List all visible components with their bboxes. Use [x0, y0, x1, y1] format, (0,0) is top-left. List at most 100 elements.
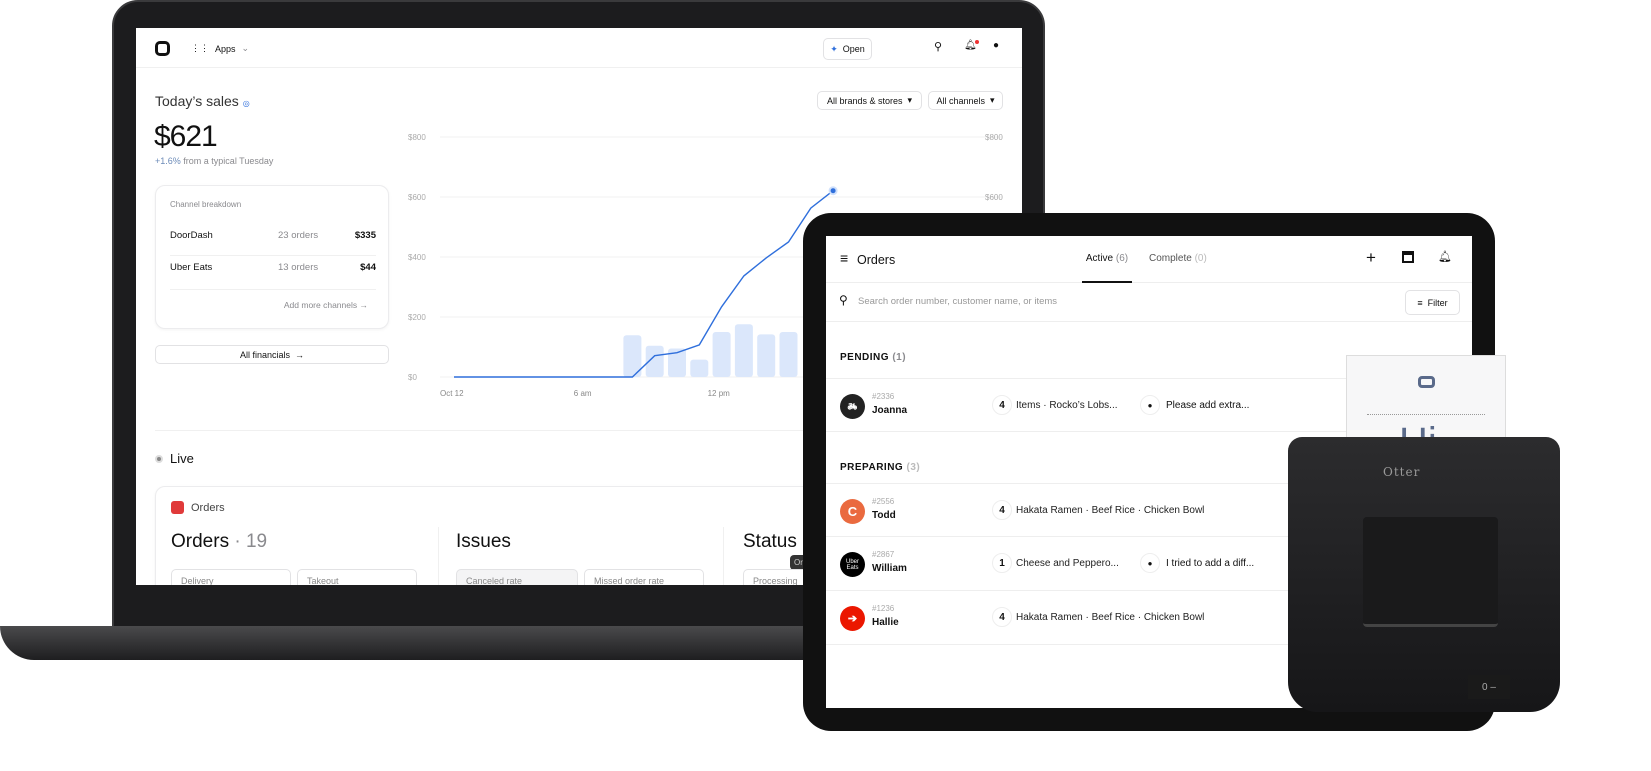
printer-brand: Otter — [1383, 465, 1421, 479]
right-y-tick-label: $800 — [985, 133, 1003, 142]
channel-amount: $335 — [354, 230, 376, 241]
orders-title: Orders · 19 — [171, 531, 268, 552]
order-items: Hakata Ramen · Beef Rice · Chicken Bowl — [1016, 612, 1205, 623]
item-count: 4 — [992, 500, 1012, 520]
caviar-logo-icon: C — [840, 499, 865, 524]
info-icon[interactable]: ◎ — [243, 99, 250, 108]
power-switch[interactable]: 0 – — [1468, 675, 1510, 699]
search-icon[interactable]: ⚲ — [934, 40, 942, 53]
x-tick-label: 12 pm — [708, 389, 731, 398]
order-id: #2556 — [872, 497, 895, 506]
orders-title: Orders — [857, 253, 896, 267]
channel-orders: 23 orders — [278, 230, 319, 241]
sales-line — [454, 190, 834, 378]
sales-change: +1.6% from a typical Tuesday — [155, 156, 274, 166]
arrow-right-icon: → — [295, 349, 305, 360]
y-tick-label: $800 — [408, 133, 426, 142]
order-id: #2867 — [872, 550, 895, 559]
channel-breakdown-card: Channel breakdown DoorDash 23 orders $33… — [155, 185, 389, 329]
channel-row[interactable]: Uber Eats 13 orders $44 — [170, 256, 376, 290]
receipt-printer: Otter 0 – — [1288, 437, 1560, 712]
channel-amount: $44 — [360, 262, 376, 273]
brands-stores-dropdown[interactable]: All brands & stores ▾ — [817, 91, 922, 110]
order-note: ● I tried to add a diff... — [1140, 553, 1254, 573]
channel-row[interactable]: DoorDash 23 orders $335 — [170, 222, 376, 256]
channel-name: Uber Eats — [170, 262, 213, 273]
order-items: Items · Rocko’s Lobs... — [1016, 400, 1118, 411]
customer-name: Joanna — [872, 405, 908, 416]
y-tick-label: $400 — [408, 253, 426, 262]
issues-title: Issues — [456, 531, 511, 552]
order-items: Cheese and Peppero... — [1016, 558, 1119, 569]
chevron-down-icon: ⌄ — [241, 43, 250, 53]
open-button[interactable]: ✦ Open — [823, 38, 872, 60]
orders-app-icon — [171, 501, 184, 514]
bell-icon[interactable]: 🔔︎ — [1438, 250, 1452, 263]
bar — [712, 332, 731, 377]
open-label: Open — [842, 44, 865, 54]
tab-complete[interactable]: Complete (0) — [1149, 253, 1207, 264]
apps-label: Apps — [215, 43, 236, 54]
bar — [690, 359, 709, 377]
order-note: ● Please add extra... — [1140, 395, 1249, 415]
y-tick-label: $0 — [408, 373, 417, 382]
metric-canceled-rate[interactable]: Canceled rate — [456, 569, 578, 585]
store-icon[interactable] — [1402, 251, 1414, 263]
customer-name: William — [872, 563, 907, 574]
bar — [757, 334, 776, 377]
channel-breakdown-title: Channel breakdown — [170, 200, 242, 209]
menu-icon[interactable]: ≡ — [840, 250, 848, 266]
search-bar[interactable]: ⚲ Search order number, customer name, or… — [826, 283, 1472, 322]
search-input[interactable]: Search order number, customer name, or i… — [858, 296, 1057, 307]
sparkle-icon: ✦ — [830, 43, 838, 54]
order-id: #2336 — [872, 392, 895, 401]
status-title: Status — [743, 531, 797, 552]
channel-logo-icon: 🚲︎ — [840, 394, 865, 419]
orders-header: ≡ Orders Active (6) Complete (0) + 🔔︎ — [826, 236, 1472, 283]
channels-dropdown[interactable]: All channels ▾ — [928, 91, 1003, 110]
tab-active[interactable]: Active (6) — [1082, 236, 1132, 283]
pending-section-header: PENDING (1) — [840, 352, 907, 363]
current-point — [828, 186, 838, 196]
user-icon[interactable]: ● — [993, 40, 999, 51]
channel-name: DoorDash — [170, 230, 213, 241]
metric-delivery[interactable]: Delivery — [171, 569, 291, 585]
metric-takeout[interactable]: Takeout — [297, 569, 417, 585]
arrow-right-icon: → — [359, 300, 369, 310]
sales-amount: $621 — [154, 120, 218, 153]
filter-button[interactable]: ≡ Filter — [1405, 290, 1460, 315]
customer-name: Hallie — [872, 617, 899, 628]
item-count: 4 — [992, 607, 1012, 627]
all-financials-button[interactable]: All financials → — [155, 345, 389, 364]
preparing-section-header: PREPARING (3) — [840, 462, 921, 473]
search-icon: ⚲ — [839, 293, 848, 307]
note-icon: ● — [1140, 395, 1160, 415]
note-icon: ● — [1140, 553, 1160, 573]
order-items: Hakata Ramen · Beef Rice · Chicken Bowl — [1016, 505, 1205, 516]
doordash-logo-icon: ➔ — [840, 606, 865, 631]
grid-icon: ⋮⋮ — [191, 43, 209, 53]
item-count: 1 — [992, 553, 1012, 573]
metric-missed-order-rate[interactable]: Missed order rate — [584, 569, 704, 585]
right-y-tick-label: $600 — [985, 193, 1003, 202]
bar — [779, 332, 798, 377]
live-dot-icon — [155, 454, 163, 463]
bell-icon[interactable]: 🔔︎ — [964, 40, 979, 51]
bar — [734, 324, 753, 377]
x-tick-label: 6 am — [574, 389, 592, 398]
item-count: 4 — [992, 395, 1012, 415]
y-tick-label: $200 — [408, 313, 426, 322]
x-tick-label: Oct 12 — [440, 389, 464, 398]
apps-menu[interactable]: ⋮⋮ Apps ⌄ — [191, 43, 249, 54]
otter-logo-icon — [1418, 376, 1435, 388]
orders-app-label: Orders — [171, 501, 225, 514]
channel-orders: 13 orders — [278, 262, 319, 273]
filter-icon: ≡ — [1417, 297, 1423, 308]
add-more-channels-link[interactable]: Add more channels → — [284, 300, 368, 310]
live-indicator: Live — [155, 451, 194, 466]
otter-logo[interactable] — [155, 41, 170, 56]
plus-icon[interactable]: + — [1366, 248, 1376, 268]
customer-name: Todd — [872, 510, 896, 521]
top-nav: ⋮⋮ Apps ⌄ ✦ Open ⚲ 🔔︎ ● — [136, 28, 1022, 68]
uber-eats-logo-icon: Uber Eats — [840, 552, 865, 577]
